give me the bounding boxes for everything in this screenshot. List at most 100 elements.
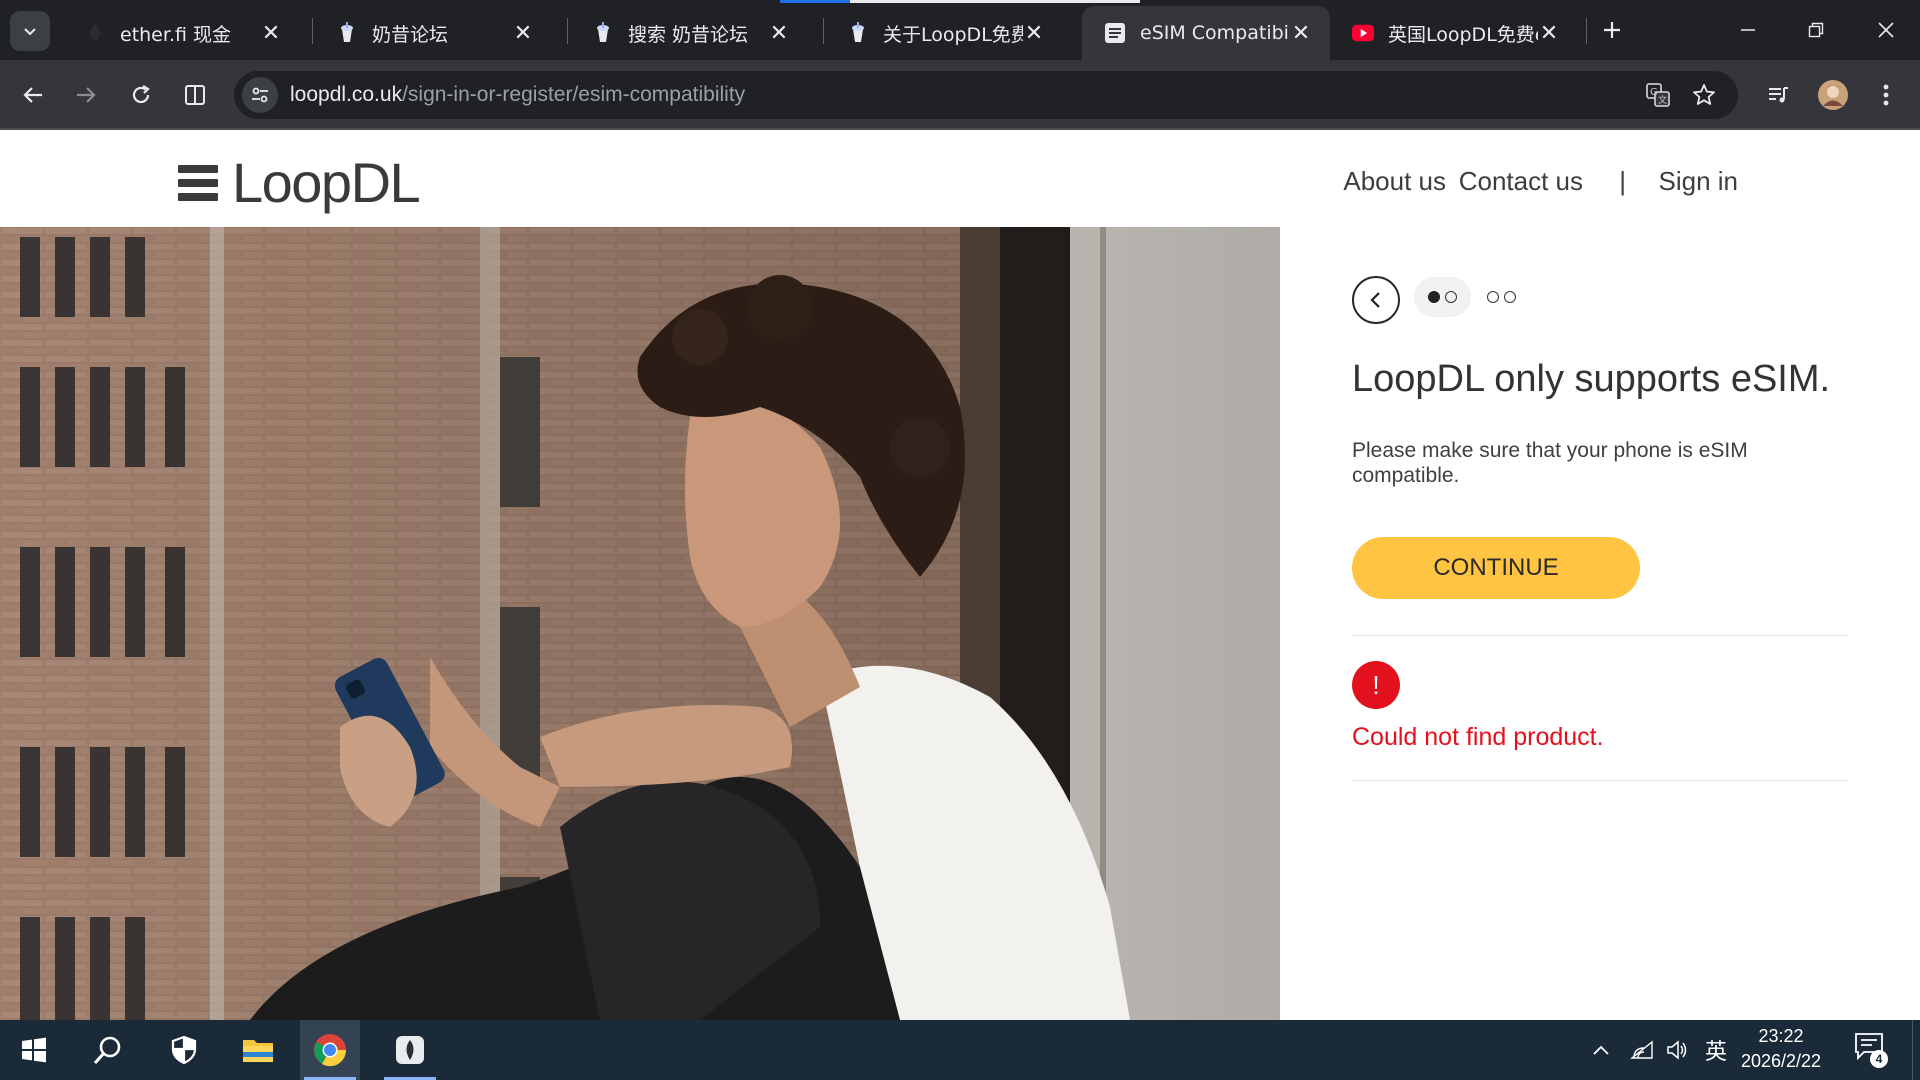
tab-separator [567, 18, 568, 44]
reload-button[interactable] [121, 75, 161, 115]
nav-sign-in[interactable]: Sign in [1659, 166, 1739, 197]
close-icon [1878, 22, 1894, 38]
browser-tab-about-loopdl[interactable]: 关于LoopDL免费e ✕ [825, 6, 1063, 60]
tab-title: eSIM Compatibili [1140, 22, 1290, 44]
close-icon[interactable]: ✕ [768, 21, 790, 46]
pinned-app-button[interactable] [380, 1020, 440, 1080]
milkshake-icon [847, 22, 869, 44]
close-icon[interactable]: ✕ [1290, 21, 1312, 46]
profile-avatar[interactable] [1813, 75, 1853, 115]
hero-illustration [0, 227, 1280, 1020]
nav-separator: | [1619, 165, 1626, 196]
start-button[interactable] [4, 1020, 64, 1080]
volume-button[interactable] [1660, 1039, 1696, 1061]
network-button[interactable] [1624, 1040, 1660, 1060]
chevron-up-icon [1593, 1045, 1609, 1055]
close-icon[interactable]: ✕ [260, 21, 282, 46]
logo-mark-icon [178, 163, 218, 203]
close-icon[interactable]: ✕ [1023, 21, 1045, 46]
star-icon [1693, 84, 1715, 105]
seed-app-icon [396, 1036, 424, 1064]
browser-tab-etherfi[interactable]: ether.fi 现金 ✕ [62, 6, 300, 60]
browser-tab-strip: ether.fi 现金 ✕ 奶昔论坛 ✕ 搜索 奶昔论坛 ✕ 关于LoopDL免… [0, 0, 1920, 60]
media-control-button[interactable] [1758, 75, 1798, 115]
split-view-icon [185, 85, 205, 105]
step-indicator [1414, 277, 1530, 317]
loopdl-logo[interactable]: LoopDL [178, 150, 421, 215]
browser-tab-milkshake-search[interactable]: 搜索 奶昔论坛 ✕ [570, 6, 808, 60]
plus-icon [1604, 22, 1620, 38]
tab-separator [1586, 18, 1587, 44]
bookmark-button[interactable] [1690, 81, 1718, 109]
browser-toolbar: loopdl.co.uk/sign-in-or-register/esim-co… [0, 60, 1920, 130]
close-window-button[interactable] [1852, 0, 1920, 60]
reload-icon [132, 85, 150, 104]
notification-center-button[interactable]: 4 [1854, 1032, 1890, 1068]
site-info-button[interactable] [242, 77, 278, 113]
avatar-icon [1818, 80, 1848, 110]
windows-taskbar: 英 23:22 2026/2/22 4 [0, 1020, 1920, 1080]
wifi-icon [1630, 1040, 1653, 1059]
show-hidden-icons-button[interactable] [1586, 1044, 1616, 1056]
file-explorer-button[interactable] [228, 1020, 288, 1080]
tab-title: 英国LoopDL免费e [1388, 23, 1538, 46]
step-group-current [1414, 277, 1471, 317]
split-view-button[interactable] [175, 75, 215, 115]
divider [1352, 780, 1848, 781]
translate-icon: G文 [1646, 83, 1670, 107]
back-button[interactable] [13, 75, 53, 115]
nav-about-us[interactable]: About us [1343, 166, 1446, 197]
close-icon[interactable]: ✕ [512, 21, 534, 46]
address-bar[interactable]: loopdl.co.uk/sign-in-or-register/esim-co… [234, 71, 1738, 119]
show-desktop-button[interactable] [1912, 1020, 1920, 1080]
system-tray: 英 [1586, 1020, 1736, 1080]
browser-tab-esim-active[interactable]: eSIM Compatibili ✕ [1082, 6, 1330, 60]
arrow-right-icon [77, 87, 96, 103]
translate-button[interactable]: G文 [1644, 81, 1672, 109]
back-step-button[interactable] [1352, 276, 1400, 324]
tab-title: 关于LoopDL免费e [883, 23, 1023, 46]
tab-title: 搜索 奶昔论坛 [628, 23, 749, 46]
more-vertical-icon [1883, 84, 1889, 106]
error-message: Could not find product. [1352, 723, 1604, 751]
clock-time: 23:22 [1758, 1026, 1804, 1046]
logo-text: LoopDL [232, 151, 421, 214]
url-host: loopdl.co.uk [290, 83, 403, 106]
url-path: /sign-in-or-register/esim-compatibility [402, 83, 746, 106]
system-clock[interactable]: 23:22 2026/2/22 [1726, 1024, 1836, 1074]
panel-description: Please make sure that your phone is eSIM… [1352, 439, 1748, 487]
continue-button[interactable]: CONTINUE [1352, 537, 1640, 599]
nav-contact-us[interactable]: Contact us [1459, 166, 1583, 197]
forward-button[interactable] [66, 75, 106, 115]
speaker-icon [1667, 1040, 1687, 1060]
tab-title: 奶昔论坛 [372, 23, 449, 46]
url-text[interactable]: loopdl.co.uk/sign-in-or-register/esim-co… [290, 83, 745, 107]
browser-tab-milkshake[interactable]: 奶昔论坛 ✕ [314, 6, 552, 60]
close-icon[interactable]: ✕ [1538, 21, 1560, 46]
svg-text:G: G [1650, 87, 1658, 98]
tab-search-button[interactable] [10, 11, 50, 51]
chevron-left-icon [1370, 292, 1380, 308]
new-tab-button[interactable] [1592, 10, 1632, 50]
tab-separator [312, 18, 313, 44]
etherfi-icon [84, 22, 106, 44]
chrome-taskbar-button[interactable] [300, 1020, 360, 1080]
menu-button[interactable] [1866, 75, 1906, 115]
browser-tab-youtube[interactable]: 英国LoopDL免费e ✕ [1330, 6, 1578, 60]
minimize-button[interactable] [1714, 0, 1782, 60]
windows-logo-icon [22, 1037, 46, 1063]
step-dot-active [1428, 291, 1440, 303]
restore-button[interactable] [1782, 0, 1850, 60]
hero-photo [0, 227, 1280, 1020]
error-icon: ! [1352, 661, 1400, 709]
youtube-icon [1352, 22, 1374, 44]
security-app-button[interactable] [154, 1020, 214, 1080]
shield-icon [171, 1036, 197, 1064]
tab-title: ether.fi 现金 [120, 23, 231, 46]
tab-separator [823, 18, 824, 44]
minimize-icon [1741, 29, 1755, 31]
page-icon [1104, 22, 1126, 44]
step-group [1473, 277, 1530, 317]
step-dot [1445, 291, 1457, 303]
search-button[interactable] [78, 1020, 138, 1080]
